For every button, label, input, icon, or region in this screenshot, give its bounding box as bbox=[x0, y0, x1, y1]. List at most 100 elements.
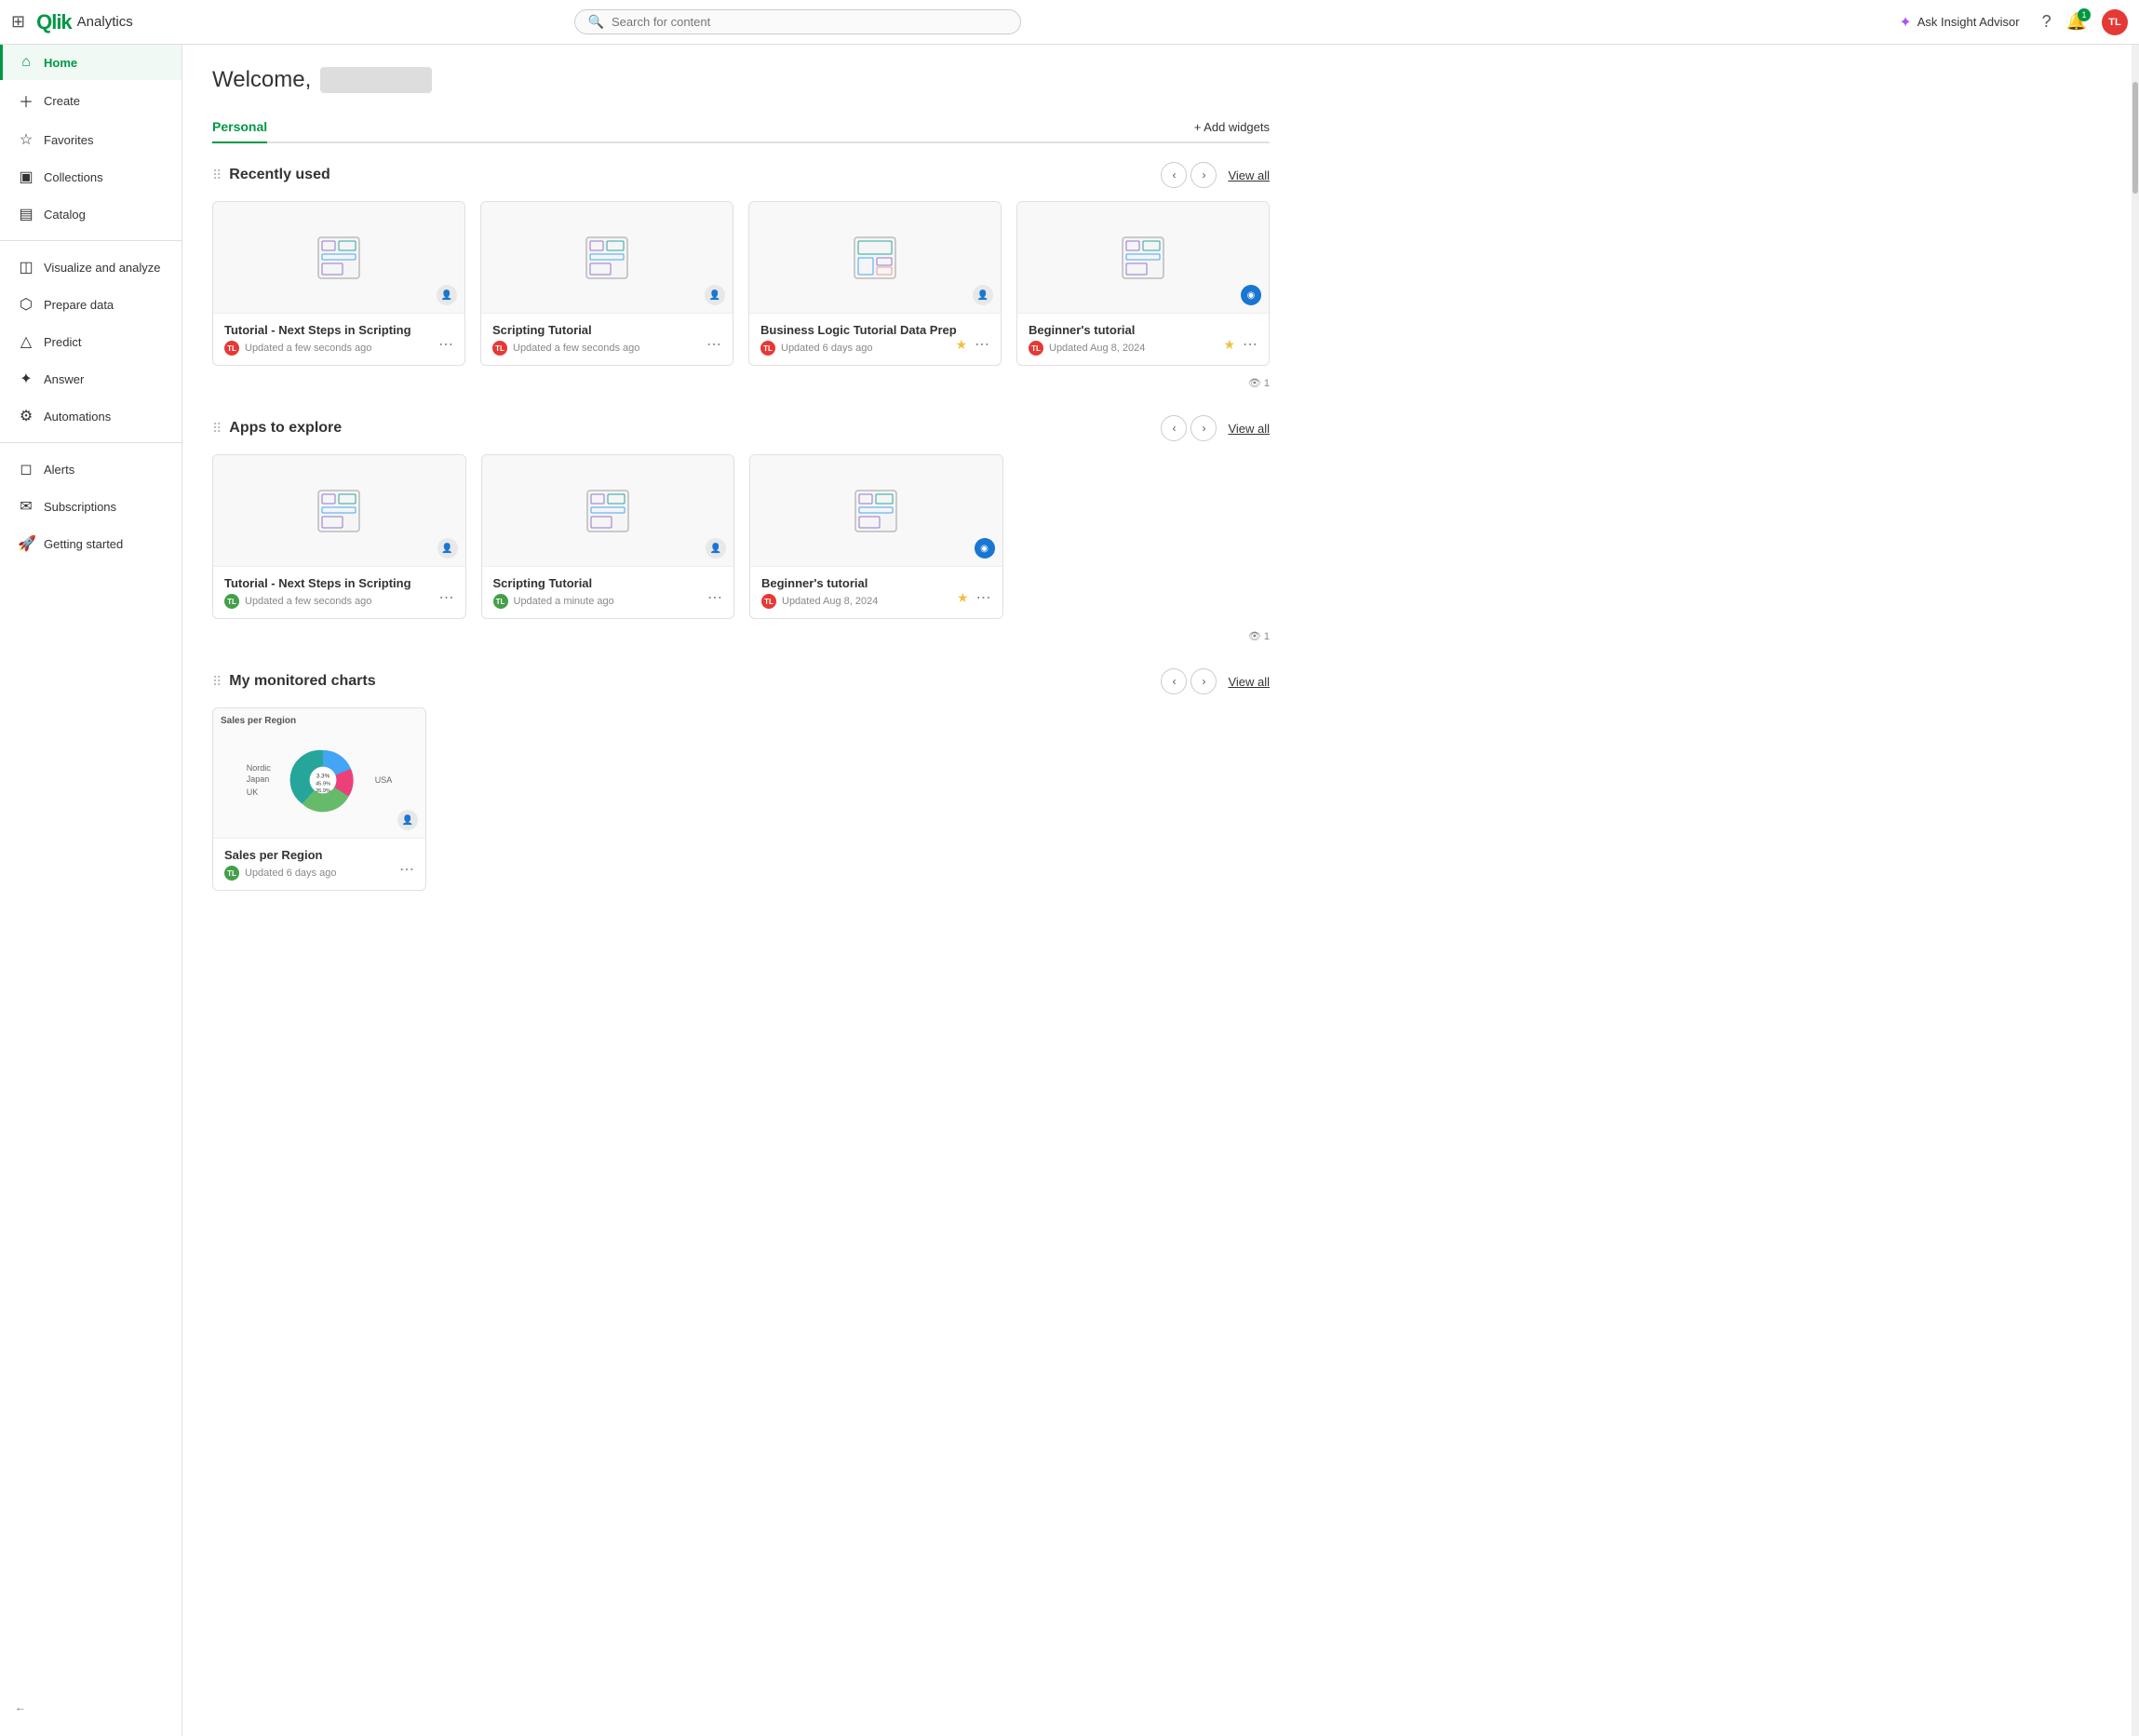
section-header-charts: ⠿ My monitored charts ‹ › View all bbox=[212, 668, 1270, 694]
chart-legend: Nordic Japan UK bbox=[247, 763, 271, 797]
sidebar-item-label: Create bbox=[44, 94, 80, 108]
sidebar-item-answer[interactable]: ✦ Answer bbox=[0, 360, 182, 397]
card-tutorial-scripting-2[interactable]: 👤 Tutorial - Next Steps in Scripting TL … bbox=[212, 454, 466, 619]
rocket-icon: 🚀 bbox=[18, 534, 34, 553]
alerts-icon: ◻ bbox=[18, 460, 34, 478]
main-layout: ⌂ Home ＋ Create ☆ Favorites ▣ Collection… bbox=[0, 45, 2139, 1736]
card-star-button[interactable]: ★ bbox=[1223, 337, 1235, 353]
card-menu-button[interactable]: ⋯ bbox=[703, 333, 725, 356]
sidebar-item-automations[interactable]: ⚙ Automations bbox=[0, 397, 182, 435]
card-scripting-tutorial-1[interactable]: 👤 Scripting Tutorial TL Updated a few se… bbox=[480, 201, 733, 366]
search-icon: 🔍 bbox=[588, 14, 604, 30]
sidebar-item-favorites[interactable]: ☆ Favorites bbox=[0, 121, 182, 158]
nav-next-button[interactable]: › bbox=[1191, 415, 1217, 441]
card-menu-button[interactable]: ⋯ bbox=[1239, 333, 1261, 356]
nav-next-button[interactable]: › bbox=[1191, 668, 1217, 694]
card-badge-blue: ◉ bbox=[975, 538, 995, 558]
card-business-logic[interactable]: 👤 Business Logic Tutorial Data Prep TL U… bbox=[748, 201, 1002, 366]
catalog-icon: ▤ bbox=[18, 205, 34, 223]
search-input[interactable] bbox=[612, 15, 1007, 29]
card-thumbnail: 👤 bbox=[213, 455, 465, 567]
user-avatar[interactable]: TL bbox=[2102, 9, 2128, 35]
notifications-bell[interactable]: 🔔 1 bbox=[2066, 12, 2087, 32]
sidebar-item-getting-started[interactable]: 🚀 Getting started bbox=[0, 525, 182, 562]
card-author-avatar: TL bbox=[493, 594, 508, 609]
card-thumbnail: 👤 bbox=[749, 202, 1001, 314]
card-beginners-tutorial-1[interactable]: ◉ Beginner's tutorial TL Updated Aug 8, … bbox=[1016, 201, 1270, 366]
card-author-avatar: TL bbox=[1029, 341, 1043, 356]
sidebar-item-predict[interactable]: △ Predict bbox=[0, 323, 182, 360]
card-tutorial-scripting-1[interactable]: 👤 Tutorial - Next Steps in Scripting TL … bbox=[212, 201, 465, 366]
nav-next-button[interactable]: › bbox=[1191, 162, 1217, 188]
tab-personal[interactable]: Personal bbox=[212, 112, 267, 143]
scrollbar[interactable] bbox=[2132, 45, 2139, 1736]
card-actions: ⋯ bbox=[436, 586, 458, 609]
card-menu-button[interactable]: ⋯ bbox=[435, 333, 457, 356]
view-all-button[interactable]: View all bbox=[1228, 422, 1270, 436]
sidebar-item-prepare[interactable]: ⬡ Prepare data bbox=[0, 286, 182, 323]
sidebar-item-catalog[interactable]: ▤ Catalog bbox=[0, 195, 182, 233]
sidebar-item-label: Automations bbox=[44, 410, 111, 424]
sidebar-item-label: Home bbox=[44, 56, 77, 70]
nav-prev-button[interactable]: ‹ bbox=[1161, 668, 1187, 694]
card-actions: ⋯ bbox=[435, 333, 457, 356]
card-star-button[interactable]: ★ bbox=[957, 590, 969, 606]
drag-handle-icon[interactable]: ⠿ bbox=[212, 168, 222, 183]
sidebar-collapse-button[interactable]: ← bbox=[0, 1693, 182, 1721]
sidebar-item-alerts[interactable]: ◻ Alerts bbox=[0, 451, 182, 488]
help-icon[interactable]: ? bbox=[2042, 12, 2052, 32]
sidebar-item-subscriptions[interactable]: ✉ Subscriptions bbox=[0, 488, 182, 525]
card-beginners-tutorial-2[interactable]: ◉ Beginner's tutorial TL Updated Aug 8, … bbox=[749, 454, 1003, 619]
add-widgets-button[interactable]: + Add widgets bbox=[1194, 120, 1270, 134]
qlik-logo: Qlik bbox=[36, 10, 72, 34]
card-thumbnail: 👤 bbox=[213, 202, 464, 314]
nav-prev-button[interactable]: ‹ bbox=[1161, 415, 1187, 441]
sidebar-divider-1 bbox=[0, 240, 182, 241]
monitored-charts-title: My monitored charts bbox=[229, 673, 375, 690]
sidebar-item-visualize[interactable]: ◫ Visualize and analyze bbox=[0, 249, 182, 286]
card-info: Sales per Region TL Updated 6 days ago bbox=[213, 839, 425, 890]
card-meta: TL Updated a few seconds ago bbox=[492, 341, 721, 356]
section-nav: ‹ › View all bbox=[1161, 415, 1270, 441]
insight-advisor-button[interactable]: ✦ Ask Insight Advisor bbox=[1891, 9, 2026, 35]
card-star-button[interactable]: ★ bbox=[955, 337, 967, 353]
sidebar-item-label: Predict bbox=[44, 335, 81, 349]
card-badge: 👤 bbox=[973, 285, 993, 305]
view-all-button[interactable]: View all bbox=[1228, 168, 1270, 182]
scrollbar-thumb[interactable] bbox=[2132, 82, 2138, 194]
search-bar[interactable]: 🔍 bbox=[574, 9, 1021, 34]
card-sales-per-region[interactable]: Sales per Region Nordic Japan UK bbox=[212, 707, 426, 891]
star-icon: ☆ bbox=[18, 130, 34, 149]
card-menu-button[interactable]: ⋯ bbox=[973, 586, 995, 609]
card-actions: ⋯ bbox=[703, 333, 725, 356]
card-actions: ⋯ bbox=[704, 586, 726, 609]
card-actions: ⋯ bbox=[396, 858, 418, 881]
section-views-count: 👁 1 bbox=[1248, 630, 1270, 642]
section-title-row: ⠿ My monitored charts bbox=[212, 673, 376, 690]
drag-handle-icon[interactable]: ⠿ bbox=[212, 674, 222, 690]
answer-icon: ✦ bbox=[18, 370, 34, 388]
sidebar-item-create[interactable]: ＋ Create bbox=[0, 80, 182, 121]
svg-text:26.9%: 26.9% bbox=[316, 788, 330, 794]
content-inner: Welcome, Personal + Add widgets ⠿ Recent… bbox=[182, 45, 1299, 939]
sidebar-item-home[interactable]: ⌂ Home bbox=[0, 45, 182, 80]
nav-prev-button[interactable]: ‹ bbox=[1161, 162, 1187, 188]
card-thumbnail: 👤 bbox=[481, 202, 733, 314]
grid-menu-icon[interactable]: ⊞ bbox=[11, 12, 25, 32]
card-scripting-tutorial-2[interactable]: 👤 Scripting Tutorial TL Updated a minute… bbox=[481, 454, 735, 619]
sidebar-item-label: Answer bbox=[44, 372, 84, 386]
sidebar-item-label: Visualize and analyze bbox=[44, 261, 161, 275]
card-badge: 👤 bbox=[437, 538, 458, 558]
prepare-icon: ⬡ bbox=[18, 295, 34, 314]
card-updated: Updated a minute ago bbox=[514, 596, 614, 607]
view-all-button[interactable]: View all bbox=[1228, 675, 1270, 689]
card-menu-button[interactable]: ⋯ bbox=[396, 858, 418, 881]
sidebar-item-collections[interactable]: ▣ Collections bbox=[0, 158, 182, 195]
card-menu-button[interactable]: ⋯ bbox=[704, 586, 726, 609]
card-meta: TL Updated 6 days ago bbox=[224, 866, 414, 881]
card-menu-button[interactable]: ⋯ bbox=[971, 333, 993, 356]
card-menu-button[interactable]: ⋯ bbox=[436, 586, 458, 609]
drag-handle-icon[interactable]: ⠿ bbox=[212, 421, 222, 437]
card-title: Sales per Region bbox=[224, 848, 414, 862]
section-header-apps: ⠿ Apps to explore ‹ › View all bbox=[212, 415, 1270, 441]
